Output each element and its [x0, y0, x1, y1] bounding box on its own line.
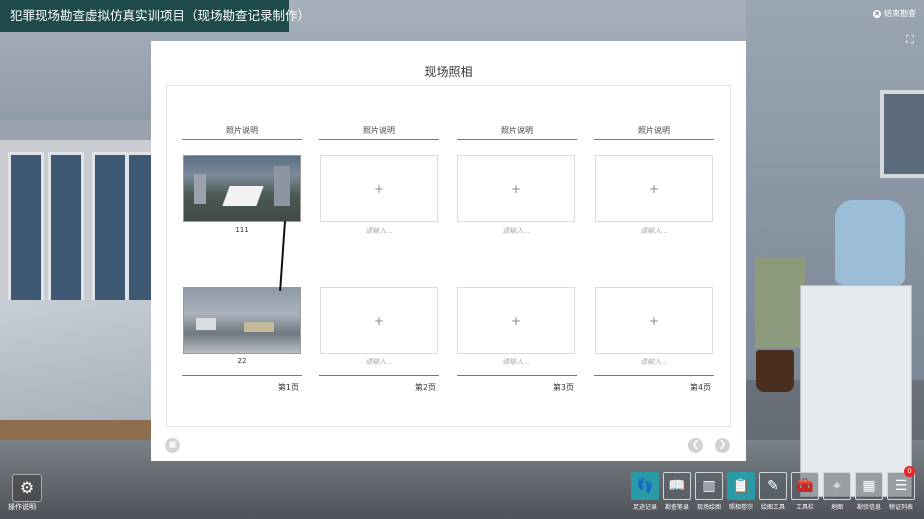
toolbar-scene-drawing[interactable]: ▥ 现场绘图: [695, 472, 723, 512]
photo-caption-input[interactable]: 请输入...: [457, 357, 575, 367]
toolbar-label: 足迹记录: [632, 504, 657, 511]
scene-cabinet-door: [48, 152, 84, 313]
gear-icon[interactable]: ⚙: [12, 474, 42, 502]
photo-caption[interactable]: 22: [183, 357, 301, 365]
toolbar-footprint-record[interactable]: 👣 足迹记录: [631, 472, 659, 512]
add-photo-button[interactable]: +: [320, 155, 438, 222]
close-icon: ✕: [873, 9, 881, 18]
footprint-icon: 👣: [631, 472, 659, 500]
photo-caption-input[interactable]: 请输入...: [320, 357, 438, 367]
end-investigation-button[interactable]: ✕ 结束勘查: [873, 8, 916, 19]
clipboard-icon: 📋: [727, 472, 755, 500]
toolbar-evidence-list[interactable]: ☰ 物证列表 0: [887, 466, 915, 512]
toolbar-investigation-notes[interactable]: 📖 勘查笔录: [663, 472, 691, 512]
grid-icon: ▦: [855, 472, 883, 500]
prev-page-button[interactable]: ❮: [688, 438, 703, 453]
scene-water-cooler: [800, 285, 912, 497]
photo-caption-input[interactable]: 请输入...: [595, 226, 713, 236]
next-page-button[interactable]: ❯: [715, 438, 730, 453]
add-photo-button[interactable]: +: [457, 287, 575, 354]
evidence-count-badge: 0: [904, 466, 915, 477]
instructions-label: 操作说明: [8, 503, 36, 511]
end-investigation-label: 结束勘查: [884, 9, 916, 18]
toolbar-map[interactable]: ⌖ 地图: [823, 472, 851, 512]
page-divider: [457, 375, 577, 376]
book-icon: 📖: [663, 472, 691, 500]
toolbar-label: 工具栏: [795, 504, 814, 511]
scene-water-bottle: [835, 200, 905, 285]
map-pin-icon: ⌖: [823, 472, 851, 500]
toolbar-label: 勘查笔录: [664, 504, 689, 511]
page-divider: [319, 375, 439, 376]
scene-cabinet-door: [8, 152, 44, 313]
photo-caption-input[interactable]: 请输入...: [595, 357, 713, 367]
add-photo-button[interactable]: +: [457, 155, 575, 222]
add-photo-button[interactable]: +: [595, 155, 713, 222]
toolbar-label: 勘验信息: [856, 504, 881, 511]
toolbar-drawing-tools[interactable]: ✎ 绘图工具: [759, 472, 787, 512]
page-divider: [182, 375, 302, 376]
fullscreen-icon[interactable]: ⛶: [904, 34, 916, 46]
toolbar-photo-dossier[interactable]: 📋 照相卷宗: [727, 472, 755, 512]
photo-caption-input[interactable]: 请输入...: [320, 226, 438, 236]
toolbar-label: 地图: [830, 504, 843, 511]
scene-shelf: [755, 258, 805, 348]
toolbar-label: 物证列表: [888, 504, 913, 511]
save-icon[interactable]: ▣: [165, 438, 180, 453]
toolbar-inspection-info[interactable]: ▦ 勘验信息: [855, 472, 883, 512]
page-divider: [594, 375, 714, 376]
column-header: 照片说明: [594, 125, 714, 140]
chart-icon: ▥: [695, 472, 723, 500]
photo-caption-input[interactable]: 请输入...: [457, 226, 575, 236]
app-title: 犯罪现场勘查虚拟仿真实训项目（现场勘查记录制作）: [0, 0, 310, 32]
toolbox-icon: 🧰: [791, 472, 819, 500]
toolbar-label: 绘图工具: [760, 504, 785, 511]
page-label: 第3页: [552, 383, 574, 392]
column-header: 照片说明: [457, 125, 577, 140]
panel-title: 现场照相: [424, 65, 473, 79]
scene-window: [880, 90, 924, 178]
photo-slot[interactable]: [183, 155, 301, 222]
page-label: 第4页: [689, 383, 711, 392]
add-photo-button[interactable]: +: [320, 287, 438, 354]
toolbar-label: 照相卷宗: [728, 504, 753, 511]
pencil-icon: ✎: [759, 472, 787, 500]
scene-trash-bin: [756, 350, 794, 392]
toolbar-toolbox[interactable]: 🧰 工具栏: [791, 472, 819, 512]
toolbar-label: 现场绘图: [696, 504, 721, 511]
page-label: 第2页: [414, 383, 436, 392]
bottom-toolbar: 👣 足迹记录 📖 勘查笔录 ▥ 现场绘图 📋 照相卷宗 ✎ 绘图工具 🧰 工具栏…: [631, 466, 915, 512]
photo-panel: 现场照相 照片说明 111 22 第1页 照片说明 + 请输入... + 请输入…: [151, 41, 746, 461]
photo-slot[interactable]: [183, 287, 301, 354]
add-photo-button[interactable]: +: [595, 287, 713, 354]
column-header: 照片说明: [319, 125, 439, 140]
page-label: 第1页: [277, 383, 299, 392]
scene-cabinet-door: [92, 152, 128, 313]
column-header: 照片说明: [182, 125, 302, 140]
